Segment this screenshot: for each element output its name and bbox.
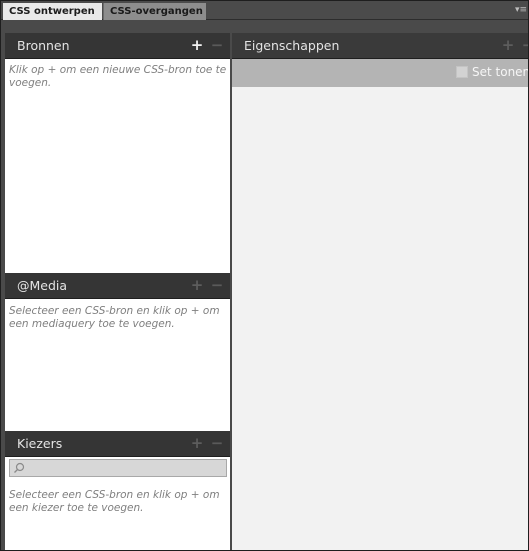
left-column: Bronnen + − Klik op + om een nieuwe CSS-… (5, 33, 230, 550)
media-hint: Selecteer een CSS-bron en klik op + om e… (9, 305, 220, 330)
selectors-hint: Selecteer een CSS-bron en klik op + om e… (9, 489, 220, 514)
properties-header: Eigenschappen + − (232, 33, 528, 59)
properties-title: Eigenschappen (244, 38, 340, 53)
remove-selector-minus-icon[interactable]: − (210, 436, 224, 451)
tab-css-transitions[interactable]: CSS-overgangen (103, 3, 206, 20)
remove-source-minus-icon[interactable]: − (210, 38, 224, 53)
selector-search-input[interactable] (9, 459, 227, 477)
remove-property-minus-icon[interactable]: − (521, 38, 528, 53)
add-selector-plus-icon[interactable]: + (190, 436, 204, 451)
show-set-label: Set tonen (472, 65, 529, 79)
search-icon (14, 462, 25, 473)
sources-header: Bronnen + − (5, 33, 230, 59)
properties-panel: Eigenschappen + − Set tonen (232, 33, 529, 550)
add-media-plus-icon[interactable]: + (190, 278, 204, 293)
panel-menu-icon[interactable]: ▾≡ (515, 4, 527, 16)
media-header: @Media + − (5, 273, 230, 299)
properties-toolbar: Set tonen (232, 59, 529, 87)
selectors-header: Kiezers + − (5, 431, 230, 457)
tab-css-designer[interactable]: CSS ontwerpen (3, 3, 102, 20)
add-source-plus-icon[interactable]: + (190, 38, 204, 53)
media-title: @Media (17, 278, 68, 293)
add-property-plus-icon[interactable]: + (501, 38, 515, 53)
sources-hint: Klik op + om een nieuwe CSS-bron toe te … (9, 64, 227, 89)
selectors-title: Kiezers (17, 436, 63, 451)
sources-title: Bronnen (17, 38, 70, 53)
show-set-checkbox[interactable] (456, 66, 468, 78)
css-designer-panel: CSS ontwerpen CSS-overgangen ▾≡ Bronnen … (0, 0, 529, 551)
remove-media-minus-icon[interactable]: − (210, 278, 224, 293)
panel-tab-bar: CSS ontwerpen CSS-overgangen ▾≡ (1, 1, 528, 20)
